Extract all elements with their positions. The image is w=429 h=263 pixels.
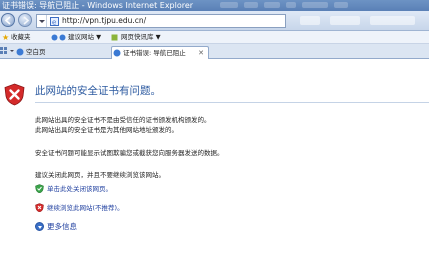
tab-certificate-error[interactable]: 证书错误: 导航已阻止 ✕	[111, 46, 209, 59]
cert-issue-text-2: 此网站出具的安全证书是为其他网站地址颁发的。	[35, 126, 178, 134]
recommendation-text: 建议关闭此网页，并且不要继续浏览该网站。	[35, 171, 165, 179]
ie-page-icon	[16, 48, 24, 56]
security-shield-icon	[4, 83, 25, 106]
suggested-sites-link[interactable]: 建议网站 ▼	[68, 31, 101, 44]
red-shield-icon	[35, 203, 44, 212]
address-bar[interactable]: e http://vpn.tjpu.edu.cn/	[36, 14, 286, 28]
tab-label: 空白页	[26, 48, 46, 56]
title-bar-blur	[244, 2, 258, 8]
favorites-star-icon[interactable]: ★	[2, 33, 9, 42]
quick-tabs-icon[interactable]	[0, 47, 8, 55]
favorites-button[interactable]: 收藏夹	[11, 31, 31, 44]
tab-list-dropdown-icon[interactable]	[10, 50, 14, 52]
title-bar: 证书错误: 导航已阻止 - Windows Internet Explorer	[0, 0, 429, 11]
ie-page-icon: e	[50, 17, 59, 26]
more-information-link[interactable]: 更多信息	[47, 222, 77, 232]
window-title: 证书错误: 导航已阻止 - Windows Internet Explorer	[2, 1, 194, 10]
close-page-link[interactable]: 单击此处关闭该网页。	[47, 184, 112, 194]
navbar-blur	[330, 16, 360, 25]
ie-icon	[51, 34, 58, 41]
navbar-blur	[300, 16, 320, 25]
navigation-bar: e http://vpn.tjpu.edu.cn/	[0, 11, 429, 31]
page-content: 此网站的安全证书有问题。 此网站出具的安全证书不是由受信任的证书颁发机构颁发的。…	[0, 60, 429, 263]
expand-chevron-icon[interactable]	[35, 222, 44, 231]
tab-bar: 空白页 证书错误: 导航已阻止 ✕	[0, 44, 429, 59]
tab-label: 证书错误: 导航已阻止	[123, 49, 186, 57]
title-bar-blur	[334, 2, 348, 8]
web-slice-gallery-link[interactable]: 网页快讯库 ▼	[121, 31, 161, 44]
back-button[interactable]	[1, 13, 15, 27]
title-bar-blur	[220, 2, 238, 8]
cert-issue-text-1: 此网站出具的安全证书不是由受信任的证书颁发机构颁发的。	[35, 116, 211, 124]
green-shield-icon	[35, 184, 44, 193]
page-title: 此网站的安全证书有问题。	[35, 85, 161, 97]
web-slice-icon	[111, 34, 118, 41]
forward-arrow-icon	[23, 16, 30, 25]
cert-warning-text: 安全证书问题可能显示试图欺骗您或截获您向服务器发送的数据。	[35, 149, 224, 157]
favorites-bar: ★ 收藏夹 建议网站 ▼ 网页快讯库 ▼	[0, 31, 429, 44]
address-url[interactable]: http://vpn.tjpu.edu.cn/	[62, 15, 146, 27]
divider	[35, 102, 429, 103]
navbar-blur	[370, 16, 415, 25]
svg-text:e: e	[52, 19, 56, 27]
ie-icon	[59, 34, 66, 41]
title-bar-blur	[264, 2, 280, 8]
title-bar-blur	[286, 2, 296, 8]
back-arrow-icon	[4, 16, 11, 25]
forward-button[interactable]	[18, 13, 32, 27]
tab-close-icon[interactable]: ✕	[198, 47, 204, 59]
continue-to-site-link[interactable]: 继续浏览此网站(不推荐)。	[47, 203, 124, 213]
ie-page-icon	[113, 49, 121, 57]
tab-blank-page[interactable]: 空白页	[15, 46, 110, 59]
title-bar-blur	[302, 2, 328, 8]
address-dropdown-icon[interactable]	[37, 15, 47, 27]
browser-window: 证书错误: 导航已阻止 - Windows Internet Explorer …	[0, 0, 429, 263]
